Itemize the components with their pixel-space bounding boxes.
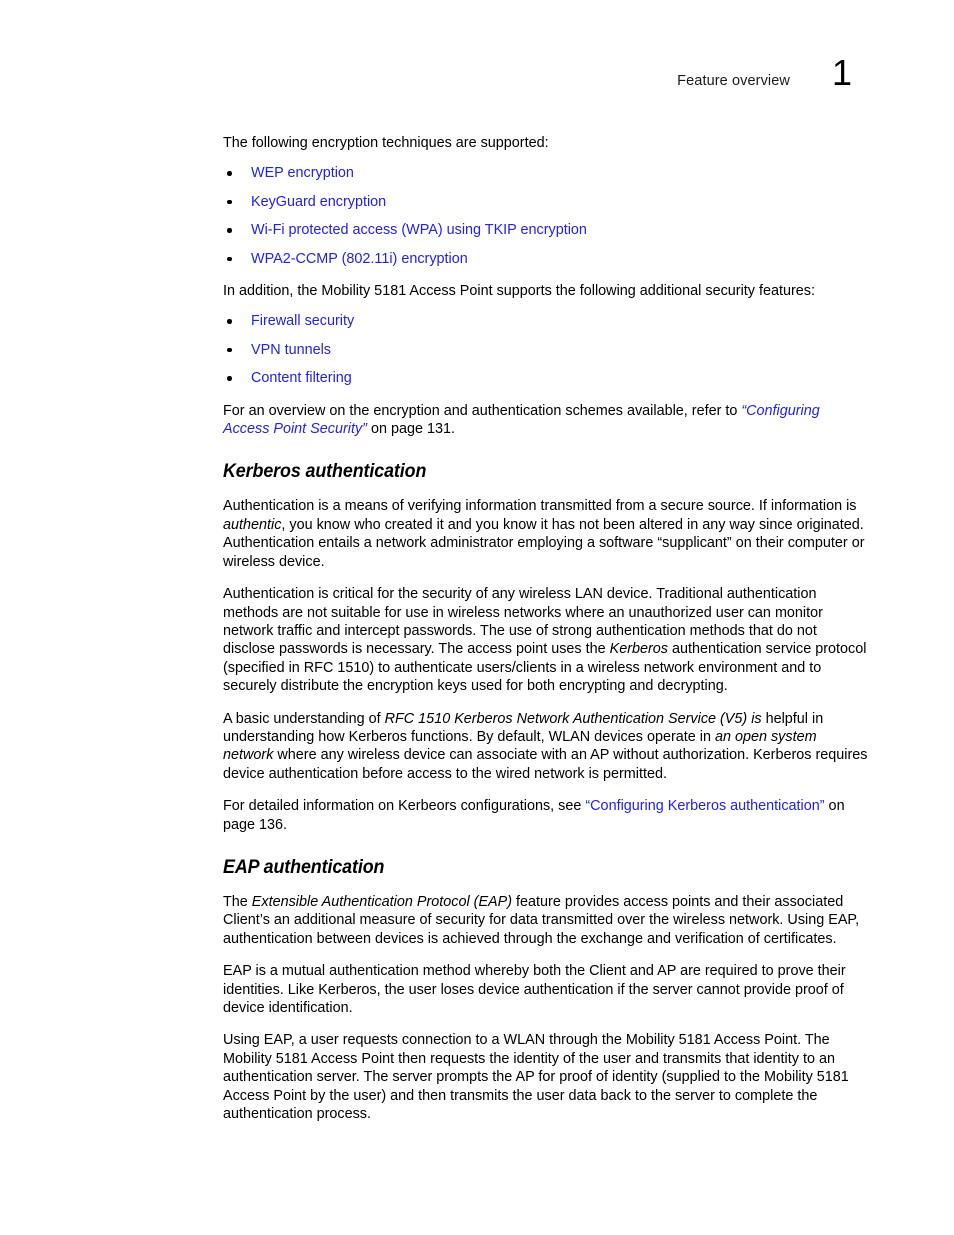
kerberos-p3-part3: where any wireless device can associate …: [223, 747, 868, 782]
heading-eap-authentication: EAP authentication: [223, 856, 385, 878]
eap-paragraph-2: EAP is a mutual authentication method wh…: [223, 963, 846, 1016]
bullet-icon: [227, 256, 232, 262]
kerberos-p1-emphasis: authentic: [223, 516, 282, 533]
kerberos-paragraph-3: A basic understanding of RFC 1510 Kerber…: [223, 710, 869, 784]
document-page: Feature overview 1 The following encrypt…: [0, 0, 954, 1235]
link-wep-encryption[interactable]: WEP encryption: [251, 165, 354, 181]
kerberos-paragraph-2: Authentication is critical for the secur…: [223, 585, 869, 695]
document-body: The following encryption techniques are …: [223, 134, 869, 1123]
encryption-techniques-list: WEP encryption KeyGuard encryption Wi-Fi…: [223, 164, 869, 268]
list-item: WPA2-CCMP (802.11i) encryption: [223, 250, 869, 268]
list-item: Wi-Fi protected access (WPA) using TKIP …: [223, 221, 869, 239]
kerberos-paragraph-1: Authentication is a means of verifying i…: [223, 497, 869, 571]
link-configuring-kerberos-authentication[interactable]: “Configuring Kerberos authentication”: [585, 798, 824, 814]
kerberos-p3-emphasis-1: RFC 1510 Kerberos Network Authentication…: [384, 710, 762, 727]
kerberos-p2-emphasis: Kerberos: [609, 641, 669, 658]
additional-security-intro: In addition, the Mobility 5181 Access Po…: [223, 283, 815, 300]
link-wpa2-ccmp-encryption[interactable]: WPA2-CCMP (802.11i) encryption: [251, 251, 468, 267]
eap-p1-part1: The: [223, 893, 252, 910]
overview-reference-paragraph: For an overview on the encryption and au…: [223, 402, 869, 439]
list-item: Firewall security: [223, 312, 869, 330]
kerberos-reference-paragraph: For detailed information on Kerbeors con…: [223, 797, 869, 834]
kerberos-ref-lead: For detailed information on Kerbeors con…: [223, 798, 586, 815]
intro-paragraph: The following encryption techniques are …: [223, 135, 549, 151]
heading-kerberos-authentication: Kerberos authentication: [223, 461, 427, 483]
link-wpa-tkip-encryption[interactable]: Wi-Fi protected access (WPA) using TKIP …: [251, 222, 587, 238]
overview-ref-tail: on page 131.: [366, 421, 455, 438]
security-features-list: Firewall security VPN tunnels Content fi…: [223, 312, 869, 387]
kerberos-p1-part2: , you know who created it and you know i…: [223, 516, 865, 570]
eap-p1-emphasis: Extensible Authentication Protocol (EAP): [251, 893, 513, 910]
bullet-icon: [227, 171, 232, 176]
link-firewall-security[interactable]: Firewall security: [251, 313, 354, 329]
bullet-icon: [227, 199, 232, 205]
header-chapter-title: Feature overview: [677, 73, 790, 89]
link-keyguard-encryption[interactable]: KeyGuard encryption: [251, 194, 386, 210]
list-item: WEP encryption: [223, 164, 869, 182]
bullet-icon: [227, 347, 232, 353]
kerberos-p1-part1: Authentication is a means of verifying i…: [223, 498, 857, 515]
link-content-filtering[interactable]: Content filtering: [251, 370, 352, 386]
link-vpn-tunnels[interactable]: VPN tunnels: [251, 342, 331, 358]
list-item: Content filtering: [223, 369, 869, 387]
page-header: Feature overview 1: [223, 55, 868, 101]
list-item: KeyGuard encryption: [223, 193, 869, 211]
list-item: VPN tunnels: [223, 341, 869, 359]
bullet-icon: [227, 228, 232, 233]
kerberos-p3-part1: A basic understanding of: [223, 710, 385, 727]
eap-paragraph-1: The Extensible Authentication Protocol (…: [223, 893, 869, 948]
bullet-icon: [227, 319, 232, 324]
eap-paragraph-3: Using EAP, a user requests connection to…: [223, 1032, 849, 1123]
page-number: 1: [832, 52, 853, 93]
bullet-icon: [227, 376, 232, 381]
overview-ref-lead: For an overview on the encryption and au…: [223, 402, 742, 419]
